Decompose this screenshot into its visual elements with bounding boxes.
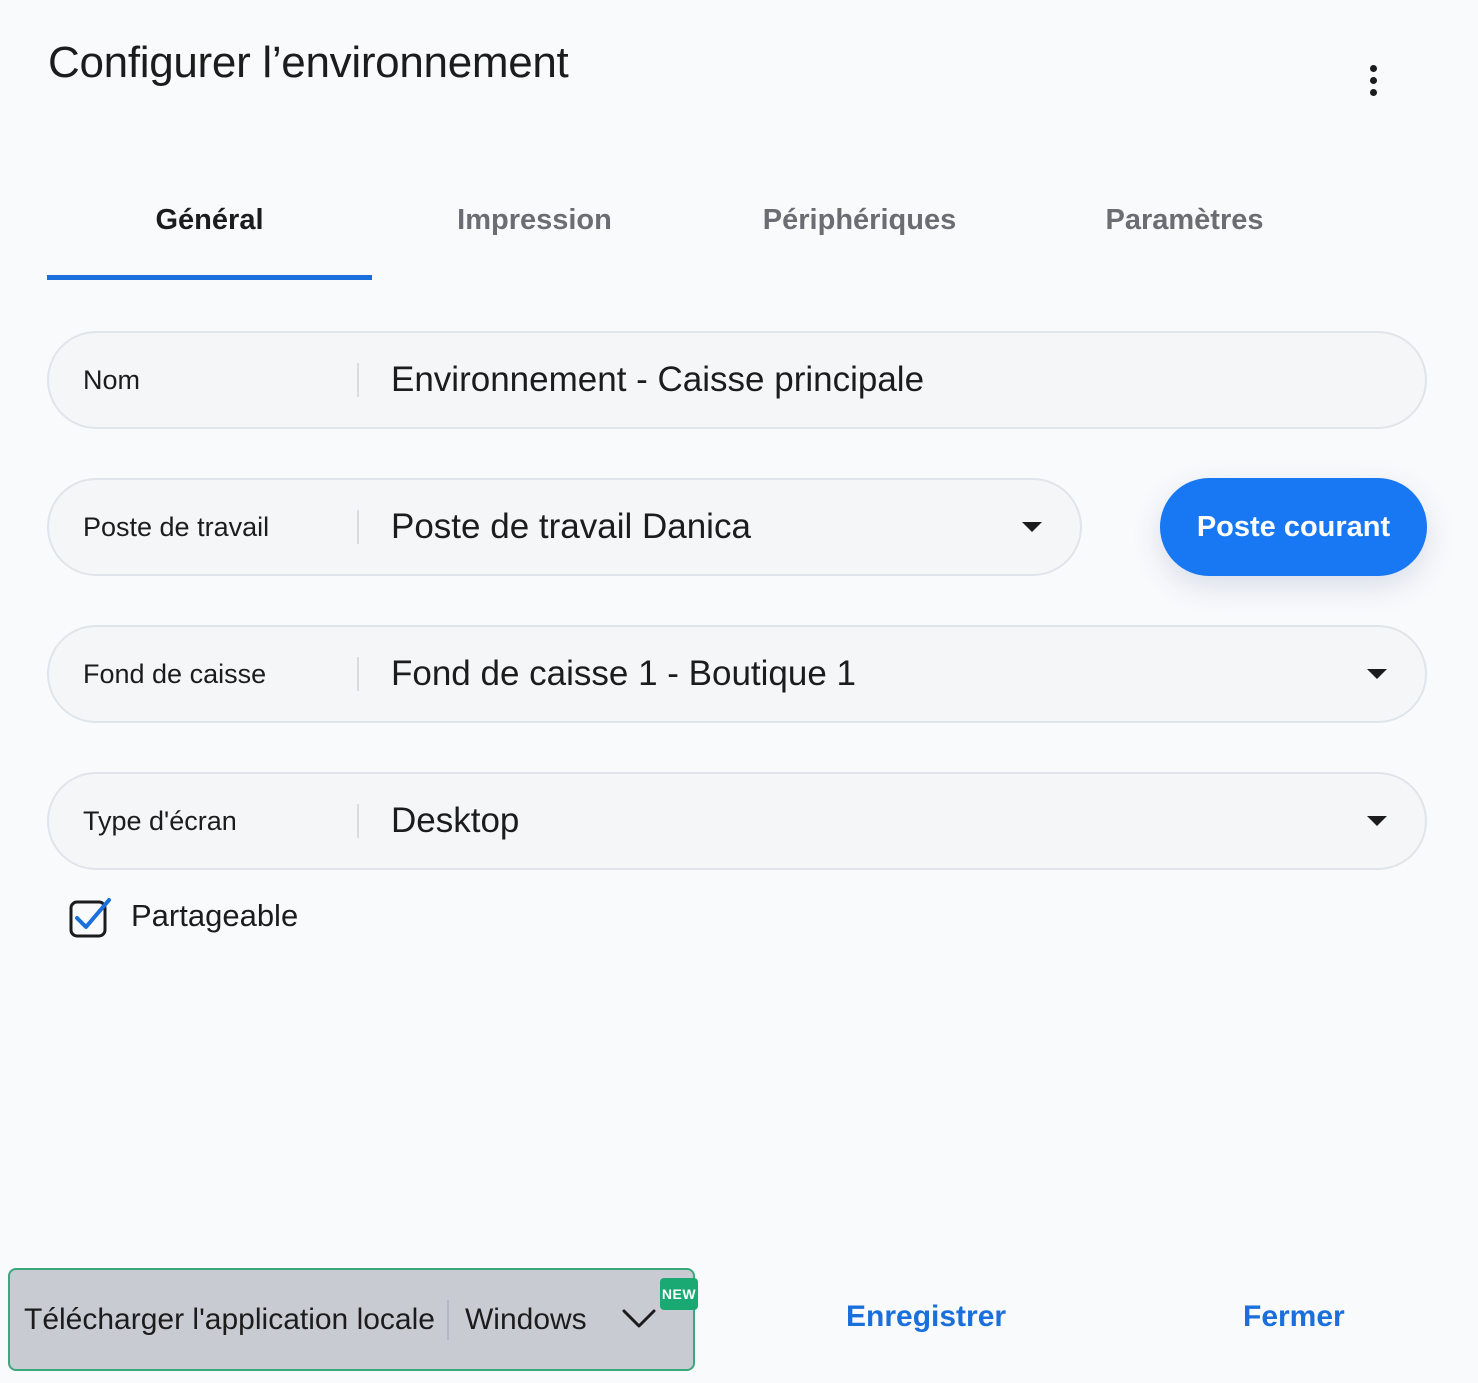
tab-peripheriques[interactable]: Périphériques [697,180,1022,280]
caret-down-icon[interactable] [1367,669,1387,679]
screen-type-value[interactable]: Desktop [359,801,1367,841]
shareable-checkbox[interactable] [69,896,111,938]
tab-bar: Général Impression Périphériques Paramèt… [47,180,1347,282]
close-button[interactable]: Fermer [1243,1300,1345,1334]
caret-down-icon[interactable] [1367,816,1387,826]
name-field[interactable]: Nom Environnement - Caisse principale [47,331,1427,429]
shareable-checkbox-row[interactable]: Partageable [69,896,299,938]
caret-down-icon[interactable] [1022,522,1042,532]
workstation-select[interactable]: Poste de travail Poste de travail Danica [47,478,1082,576]
os-select-value[interactable]: Windows [449,1303,587,1337]
name-value[interactable]: Environnement - Caisse principale [359,360,1425,400]
cash-fund-value[interactable]: Fond de caisse 1 - Boutique 1 [359,654,1367,694]
new-badge: NEW [660,1278,698,1310]
screen-type-label: Type d'écran [49,804,359,838]
name-label: Nom [49,363,359,397]
cash-fund-label: Fond de caisse [49,657,359,691]
shareable-label: Partageable [131,898,299,933]
tab-general[interactable]: Général [47,180,372,280]
more-vertical-icon[interactable] [1352,58,1394,102]
screen-type-select[interactable]: Type d'écran Desktop [47,772,1427,870]
save-button[interactable]: Enregistrer [846,1300,1006,1334]
tab-parametres[interactable]: Paramètres [1022,180,1347,280]
tab-impression[interactable]: Impression [372,180,697,280]
workstation-value[interactable]: Poste de travail Danica [359,507,1022,547]
cash-fund-select[interactable]: Fond de caisse Fond de caisse 1 - Boutiq… [47,625,1427,723]
current-workstation-button[interactable]: Poste courant [1160,478,1427,576]
download-label: Télécharger l'application locale [10,1299,449,1340]
page-title: Configurer l’environnement [48,38,569,87]
chevron-down-icon[interactable] [622,1308,656,1335]
download-local-app-button[interactable]: Télécharger l'application locale Windows… [8,1268,698,1371]
workstation-label: Poste de travail [49,510,359,544]
